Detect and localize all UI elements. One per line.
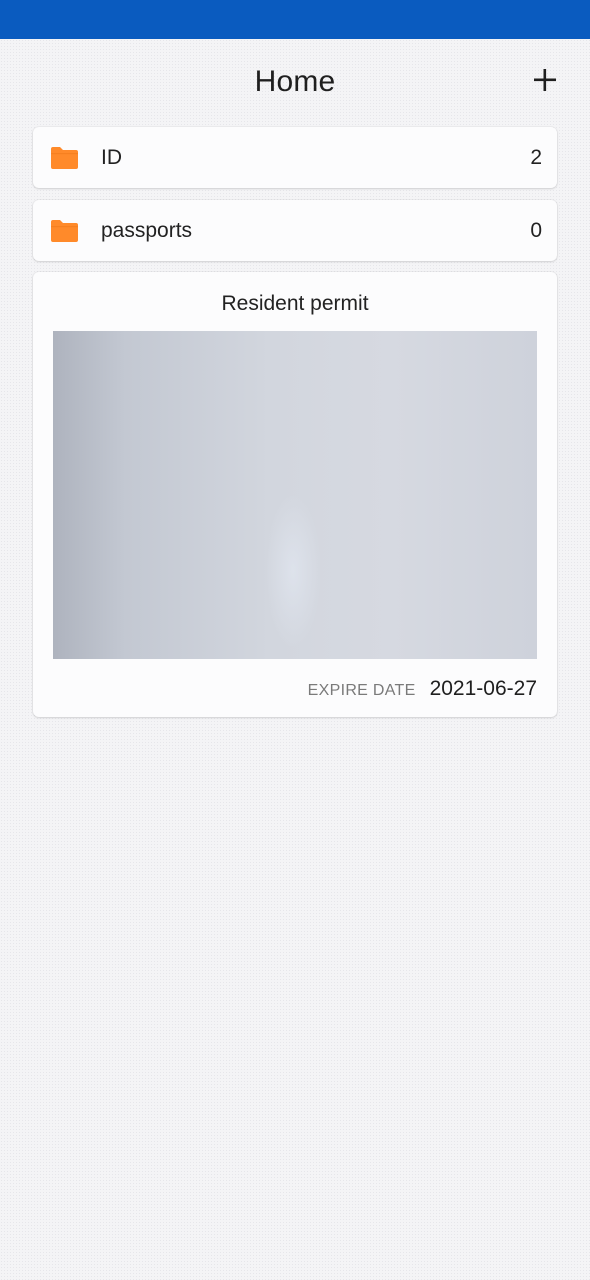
folder-count: 2 (530, 146, 542, 169)
expire-date-value: 2021-06-27 (429, 677, 537, 700)
document-card[interactable]: Resident permit EXPIRE DATE 2021-06-27 (33, 272, 557, 717)
expire-date-label: EXPIRE DATE (307, 682, 416, 699)
status-bar (0, 0, 590, 39)
folder-name: ID (101, 146, 122, 169)
plus-icon (534, 69, 556, 91)
folder-count: 0 (530, 219, 542, 242)
folder-icon (51, 147, 78, 169)
app-header: Home (0, 39, 590, 125)
document-title: Resident permit (221, 292, 369, 315)
folder-item-passports[interactable]: passports 0 (33, 200, 557, 261)
add-button[interactable] (528, 63, 562, 97)
page-title: Home (254, 65, 336, 98)
folder-icon (51, 220, 78, 242)
folder-name: passports (101, 219, 193, 242)
folder-item-id[interactable]: ID 2 (33, 127, 557, 188)
document-image[interactable] (53, 331, 537, 659)
expire-row: EXPIRE DATE 2021-06-27 (308, 677, 537, 701)
